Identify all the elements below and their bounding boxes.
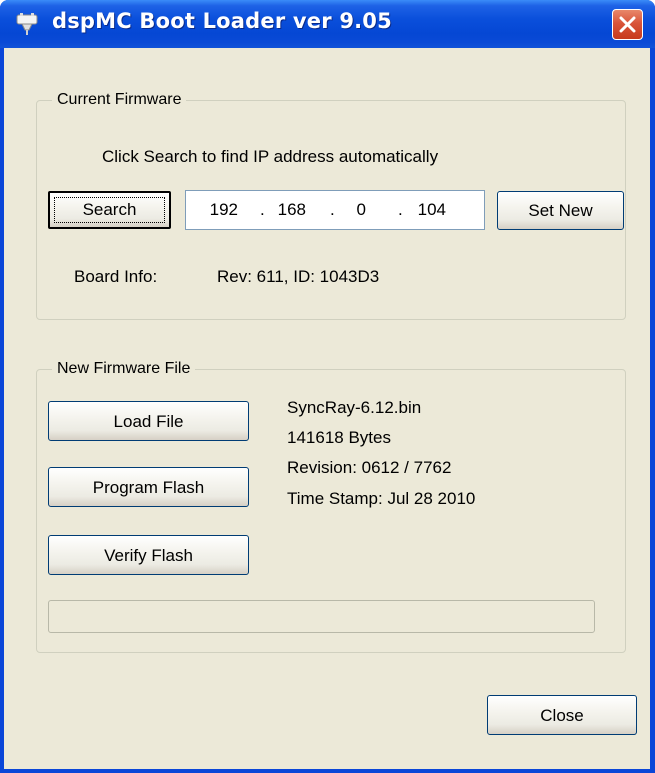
board-info-label: Board Info:: [74, 267, 158, 286]
close-icon: [619, 16, 636, 33]
ip-octet-3[interactable]: 0: [346, 200, 366, 220]
dialog-client-area: Current Firmware Click Search to find IP…: [4, 48, 650, 769]
verify-flash-button[interactable]: Verify Flash: [48, 535, 249, 575]
program-flash-button-label: Program Flash: [92, 478, 205, 497]
program-flash-button[interactable]: Program Flash: [48, 467, 249, 507]
ip-octet-1[interactable]: 192: [202, 200, 238, 220]
file-size-text: 141618 Bytes: [287, 428, 391, 447]
window-title: dspMC Boot Loader ver 9.05: [52, 9, 392, 33]
ip-separator: .: [398, 200, 403, 219]
board-info-value: Rev: 611, ID: 1043D3: [217, 267, 380, 286]
close-button-label: Close: [540, 706, 584, 725]
search-button-label: Search: [82, 200, 137, 219]
flash-progress-bar: [48, 600, 595, 633]
plug-icon: [16, 13, 38, 35]
search-hint-text: Click Search to find IP address automati…: [102, 147, 439, 166]
new-firmware-label: New Firmware File: [52, 360, 196, 378]
load-file-button[interactable]: Load File: [48, 401, 249, 441]
window-bottom-border: [0, 769, 655, 773]
boot-loader-window: dspMC Boot Loader ver 9.05 Current Firmw…: [0, 0, 655, 773]
ip-separator: .: [330, 200, 335, 219]
current-firmware-label: Current Firmware: [52, 91, 187, 109]
search-button[interactable]: Search: [48, 191, 171, 229]
ip-octet-2[interactable]: 168: [270, 200, 306, 220]
load-file-button-label: Load File: [113, 412, 184, 431]
time-stamp-text: Time Stamp: Jul 28 2010: [287, 489, 476, 508]
set-new-button-label: Set New: [528, 201, 593, 220]
revision-text: Revision: 0612 / 7762: [287, 458, 452, 477]
ip-octet-4[interactable]: 104: [410, 200, 446, 220]
ip-address-field[interactable]: 192 . 168 . 0 . 104: [185, 190, 485, 230]
title-bar[interactable]: dspMC Boot Loader ver 9.05: [0, 0, 655, 48]
ip-separator: .: [260, 200, 265, 219]
file-name-text: SyncRay-6.12.bin: [287, 398, 422, 417]
close-button[interactable]: Close: [487, 695, 637, 735]
verify-flash-button-label: Verify Flash: [104, 546, 193, 565]
set-new-button[interactable]: Set New: [497, 191, 624, 230]
close-window-button[interactable]: [612, 9, 643, 40]
